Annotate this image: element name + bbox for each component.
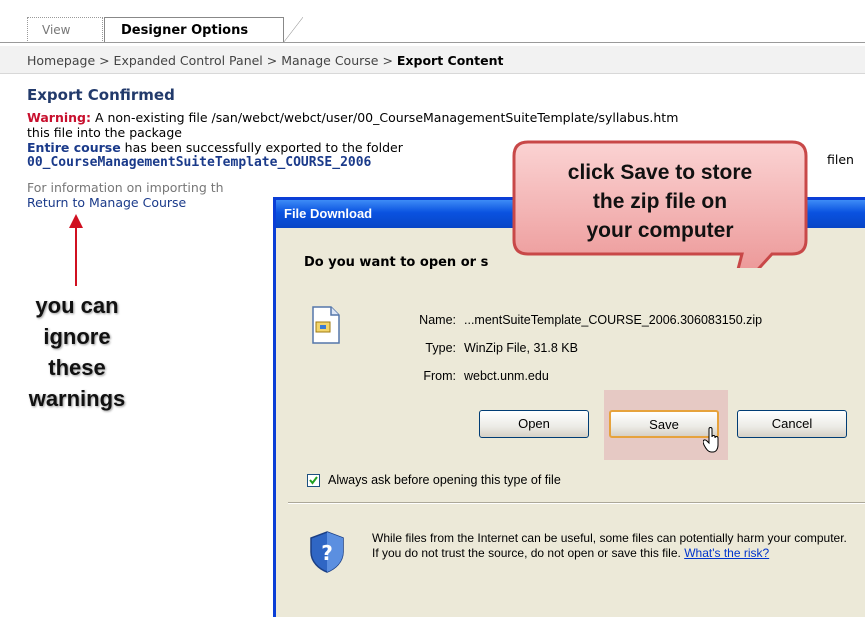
tab-bar: View Designer Options bbox=[0, 0, 865, 46]
mouse-pointer-icon bbox=[703, 427, 719, 453]
checkmark-icon bbox=[309, 476, 318, 485]
security-shield-icon: ? bbox=[310, 531, 344, 573]
tab-view[interactable]: View bbox=[27, 17, 103, 41]
callout-line: the zip file on bbox=[592, 190, 728, 213]
callout-text: click Save to store the zip file on your… bbox=[520, 158, 800, 245]
breadcrumb-path[interactable]: Homepage > Expanded Control Panel > Mana… bbox=[27, 53, 397, 68]
warning-message: Warning: A non-existing file /san/webct/… bbox=[27, 110, 865, 125]
whats-the-risk-link[interactable]: What's the risk? bbox=[684, 546, 769, 560]
callout-line: click Save to store bbox=[567, 161, 753, 184]
security-warning-text: While files from the Internet can be use… bbox=[372, 531, 852, 561]
cancel-button[interactable]: Cancel bbox=[737, 410, 847, 438]
always-ask-checkbox[interactable] bbox=[307, 474, 320, 487]
warning-text: A non-existing file /san/webct/webct/use… bbox=[90, 110, 679, 125]
dialog-separator-highlight bbox=[288, 503, 865, 504]
zip-file-icon bbox=[312, 306, 340, 344]
svg-text:?: ? bbox=[321, 541, 333, 565]
file-info-labels: Name: Type: From: bbox=[386, 306, 456, 390]
file-source-value: webct.unm.edu bbox=[464, 369, 549, 383]
file-type-value: WinZip File, 31.8 KB bbox=[464, 341, 578, 355]
file-info-values: ...mentSuiteTemplate_COURSE_2006.3060831… bbox=[464, 306, 762, 390]
name-label: Name: bbox=[419, 313, 456, 327]
breadcrumb: Homepage > Expanded Control Panel > Mana… bbox=[0, 46, 865, 74]
always-ask-label[interactable]: Always ask before opening this type of f… bbox=[328, 473, 561, 487]
tab-divider bbox=[0, 42, 865, 43]
note-line: these bbox=[48, 355, 106, 380]
ignore-warnings-note: you can ignore these warnings bbox=[12, 290, 142, 414]
dialog-question: Do you want to open or s bbox=[304, 255, 489, 270]
success-text-tail: filen bbox=[827, 152, 854, 167]
note-line: you can bbox=[35, 293, 119, 318]
callout-line: your computer bbox=[586, 219, 734, 242]
success-text: has been successfully exported to the fo… bbox=[120, 140, 403, 155]
success-bold: Entire course bbox=[27, 140, 121, 155]
file-name-value: ...mentSuiteTemplate_COURSE_2006.3060831… bbox=[464, 313, 763, 327]
note-line: ignore bbox=[43, 324, 111, 349]
from-label: From: bbox=[423, 369, 456, 383]
security-warning-body: While files from the Internet can be use… bbox=[372, 531, 847, 560]
open-button[interactable]: Open bbox=[479, 410, 589, 438]
page-title: Export Confirmed bbox=[27, 86, 175, 104]
breadcrumb-current: Export Content bbox=[396, 53, 504, 68]
note-line: warnings bbox=[28, 386, 126, 411]
tab-designer-options[interactable]: Designer Options bbox=[104, 17, 303, 43]
annotation-arrow bbox=[75, 226, 77, 286]
warning-label: Warning: bbox=[27, 110, 91, 125]
type-label: Type: bbox=[425, 341, 456, 355]
